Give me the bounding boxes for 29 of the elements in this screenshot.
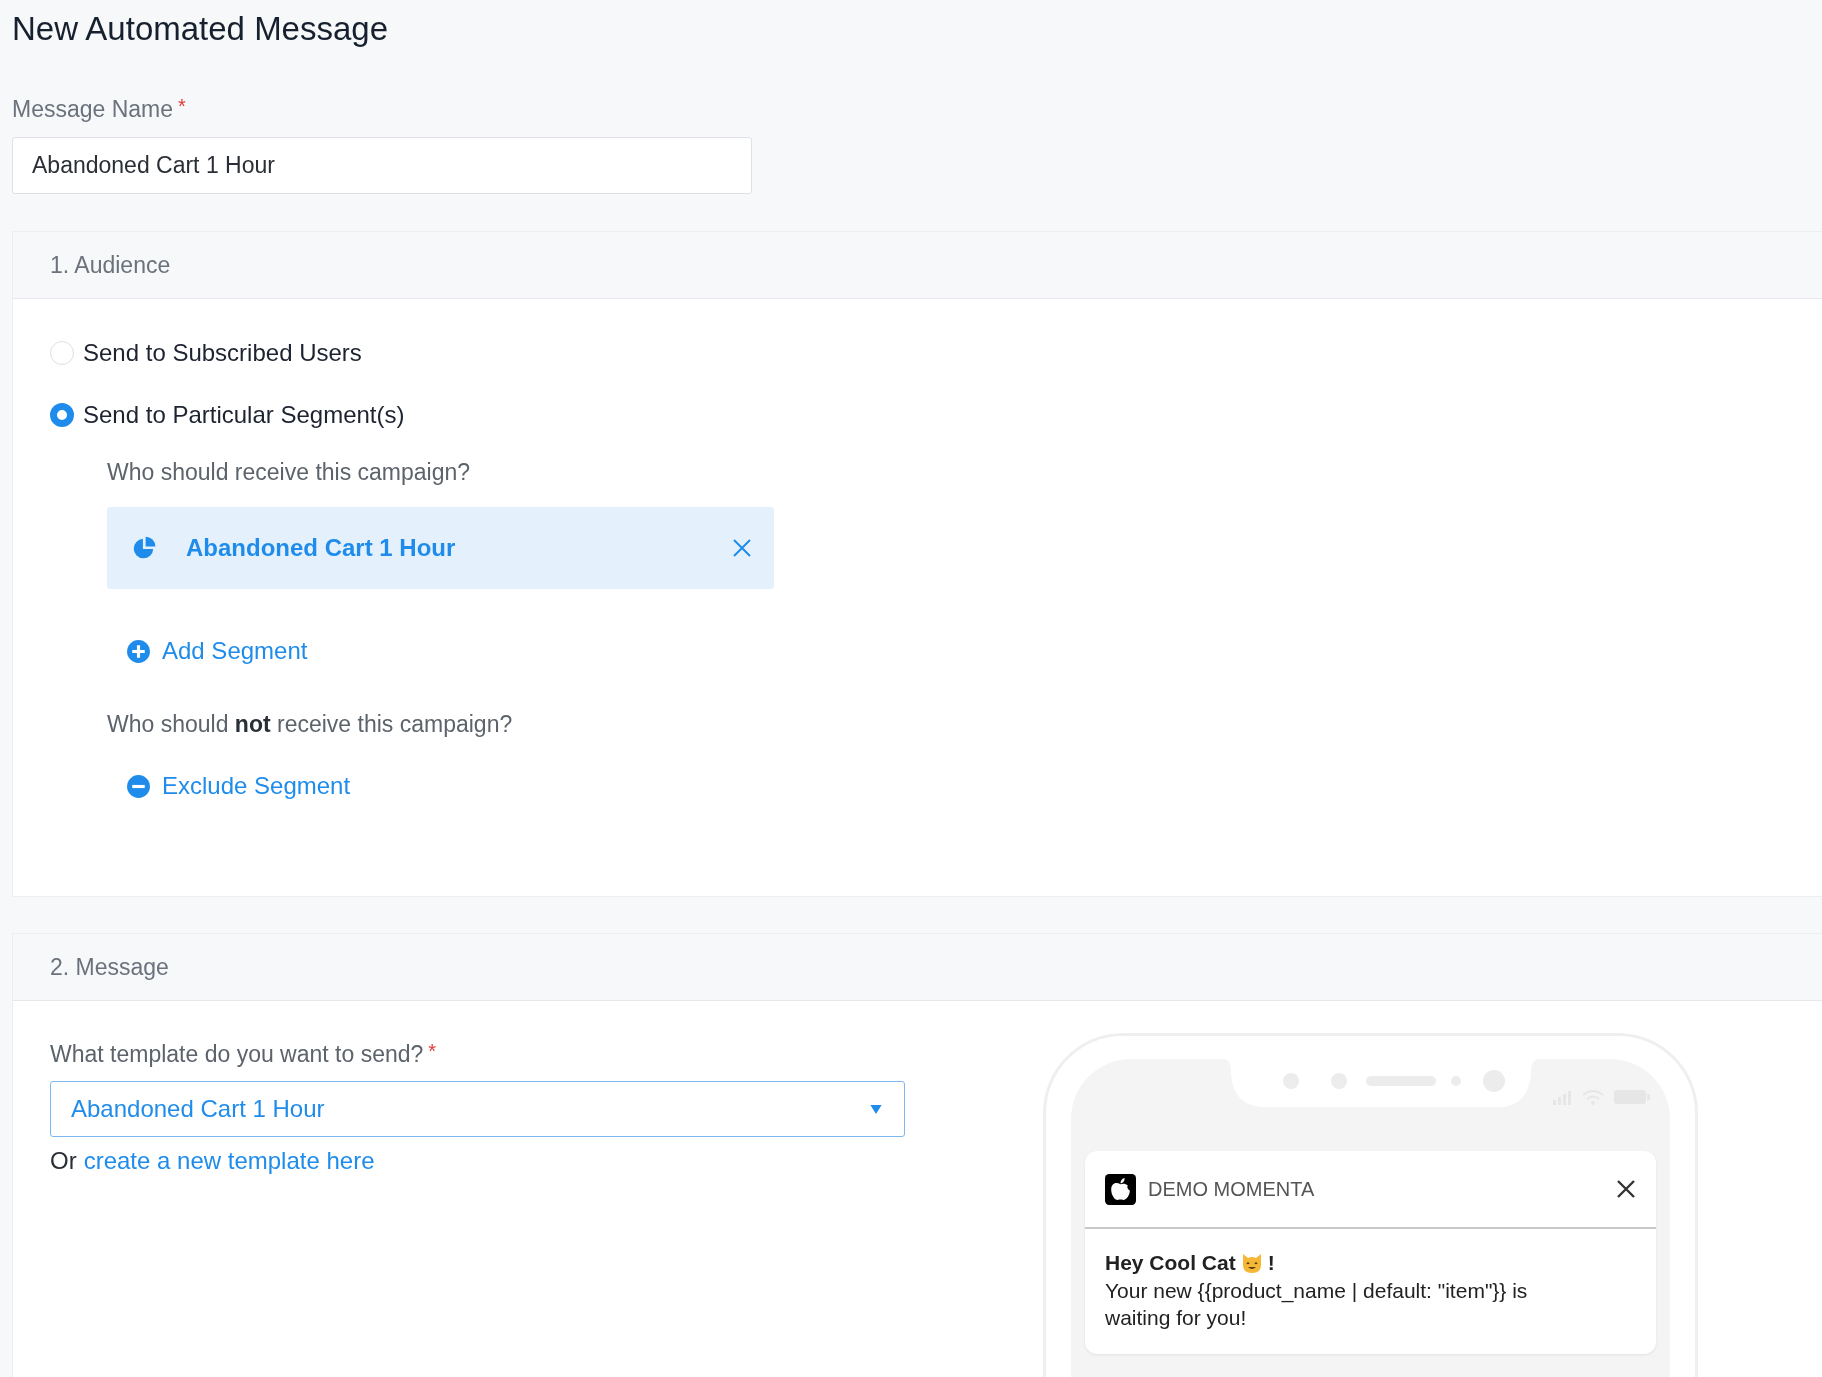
notification-message: Your new {{product_name | default: "item"}} is waiting for you! [1105, 1278, 1529, 1332]
required-asterisk: * [428, 1041, 437, 1061]
add-segment-button[interactable]: Add Segment [126, 637, 308, 665]
radio-label[interactable]: Send to Subscribed Users [83, 339, 362, 367]
radio-label[interactable]: Send to Particular Segment(s) [83, 401, 405, 429]
app-icon [1105, 1173, 1136, 1205]
message-name-field[interactable]: Abandoned Cart 1 Hour [12, 137, 752, 194]
field-label: What template do you want to send? [50, 1041, 424, 1068]
prompt-text: Who should not receive this campaign? [107, 711, 514, 738]
required-asterisk: * [178, 96, 186, 116]
app-name: DEMO MOMENTA [1148, 1177, 1316, 1201]
caret-icon [870, 1104, 882, 1114]
plus-circle-icon [126, 638, 151, 664]
close-icon[interactable] [1616, 1179, 1636, 1199]
notification-title: Hey Cool Cat [1105, 1251, 1236, 1275]
template-dropdown[interactable]: Abandoned Cart 1 Hour [50, 1081, 905, 1137]
segment-name: Abandoned Cart 1 Hour [186, 534, 457, 562]
or-text: Or [50, 1147, 77, 1175]
radio-button[interactable] [50, 403, 74, 427]
pie-chart-icon [131, 535, 157, 561]
section-title: 1. Audience [50, 251, 171, 279]
prompt-text: Who should receive this campaign? [107, 459, 472, 486]
field-label: Message Name [12, 96, 174, 123]
section-title: 2. Message [50, 953, 169, 981]
exclude-segment-button[interactable]: Exclude Segment [126, 772, 351, 800]
minus-circle-icon [126, 773, 151, 799]
create-template-link[interactable]: create a new template here [83, 1147, 375, 1175]
notification-title-end: ! [1267, 1251, 1275, 1275]
page-title: New Automated Message [12, 9, 390, 48]
